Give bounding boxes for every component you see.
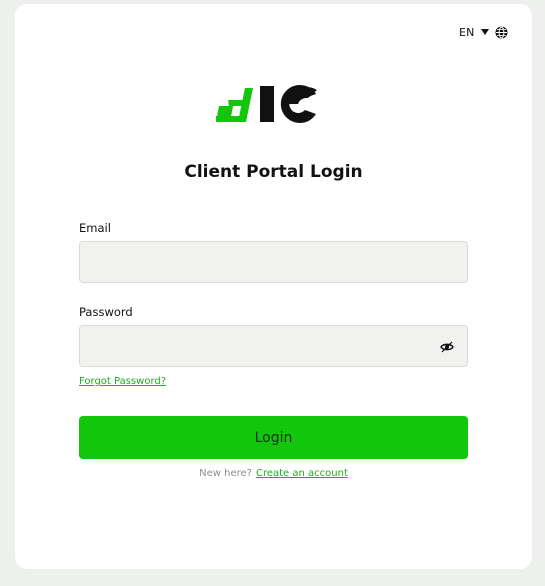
password-field-wrapper [79, 325, 468, 367]
signup-row: New here? Create an account [15, 468, 532, 479]
language-selector[interactable]: EN [459, 24, 508, 40]
eye-icon[interactable] [439, 339, 455, 355]
email-field[interactable] [80, 242, 467, 282]
hc-logo-icon [216, 80, 332, 126]
email-field-wrapper [79, 241, 468, 283]
password-field[interactable] [80, 326, 467, 366]
page-title: Client Portal Login [184, 162, 363, 182]
login-card: EN Client Portal Login Email Password Fo… [15, 4, 532, 569]
create-account-link[interactable]: Create an account [256, 468, 348, 479]
email-label: Email [79, 221, 111, 235]
login-button[interactable]: Login [79, 416, 468, 459]
forgot-password-link[interactable]: Forgot Password? [79, 376, 166, 387]
globe-icon [495, 26, 508, 39]
signup-prompt: New here? [199, 468, 252, 479]
language-code: EN [459, 25, 475, 39]
caret-down-icon [480, 29, 489, 35]
password-label: Password [79, 305, 133, 319]
